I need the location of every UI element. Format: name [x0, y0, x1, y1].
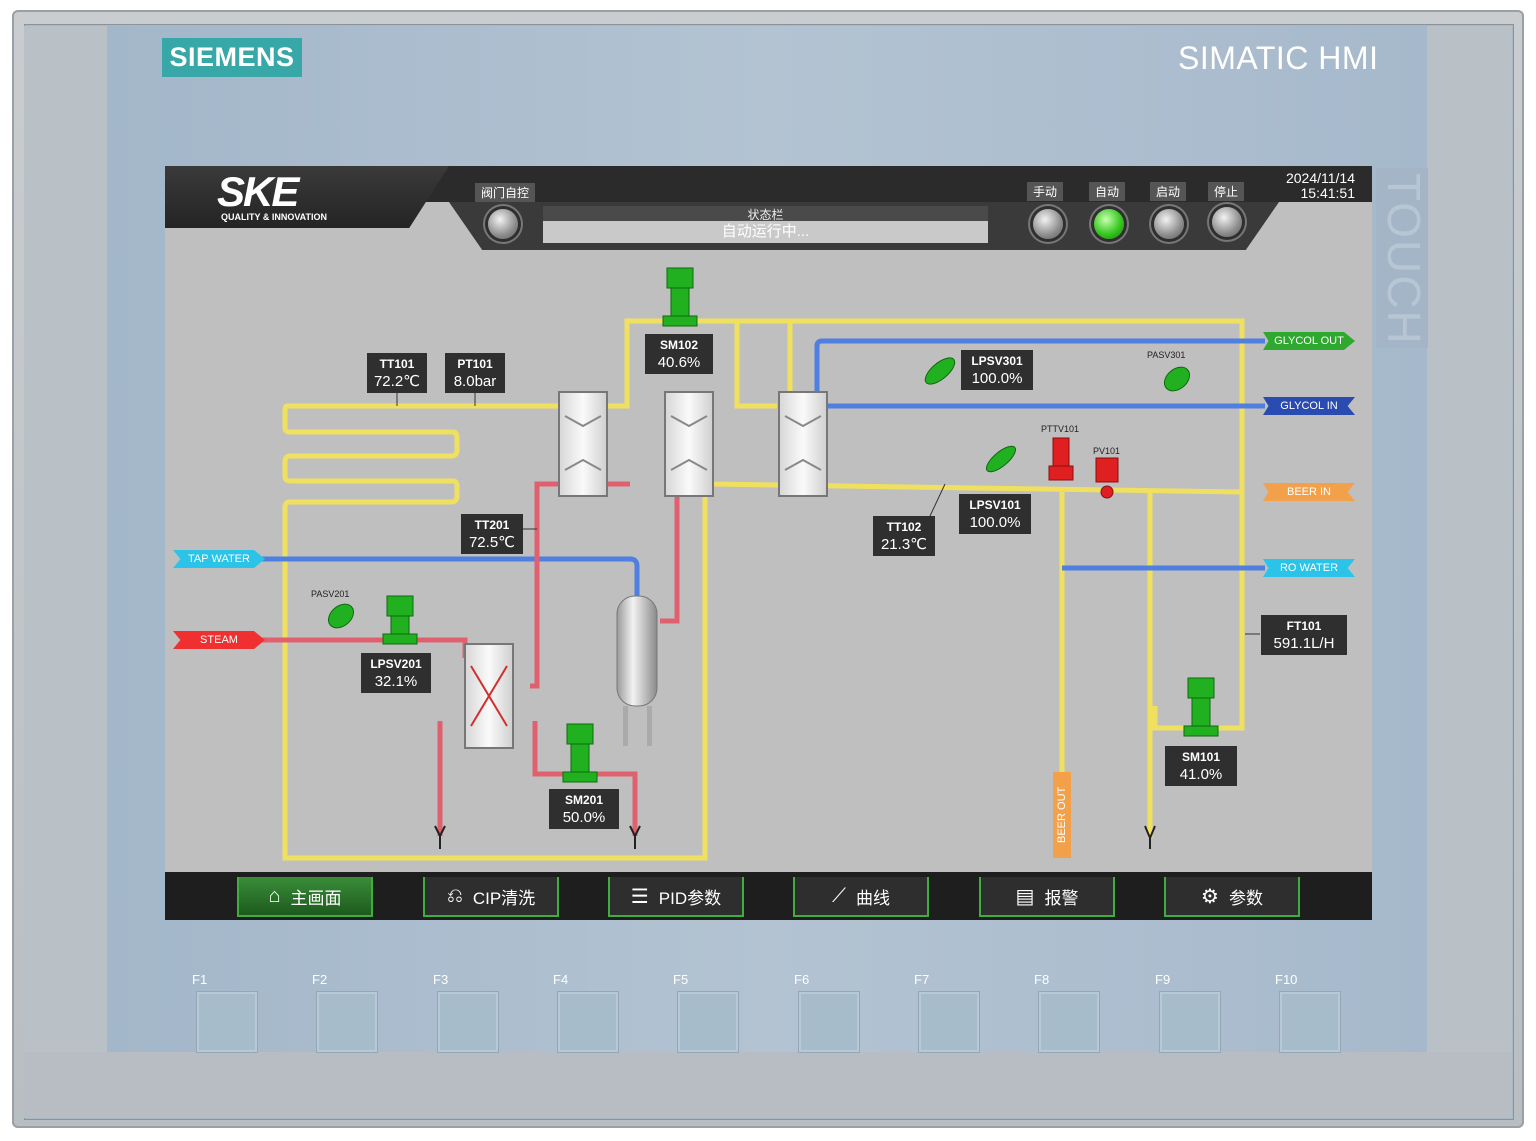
f3-label: F3	[433, 972, 449, 987]
nav-cip[interactable]: ⎌ CIP清洗	[423, 877, 559, 917]
yellow-pipes	[282, 318, 1265, 861]
cip-icon: ⎌	[446, 884, 463, 907]
f3-key[interactable]	[438, 992, 498, 1052]
pttv101-label: PTTV101	[1041, 424, 1080, 434]
lpsv301-tag[interactable]: LPSV301 100.0%	[961, 350, 1033, 390]
f1-label: F1	[192, 972, 208, 987]
nav-curve[interactable]: ⟋ 曲线	[793, 877, 929, 917]
glycol-out-flag: GLYCOL OUT	[1263, 332, 1355, 350]
f7-key[interactable]	[919, 992, 979, 1052]
steam-flag: STEAM	[173, 631, 265, 649]
f5-key[interactable]	[678, 992, 738, 1052]
sm102-tag[interactable]: SM102 40.6%	[645, 334, 713, 374]
f9-key[interactable]	[1160, 992, 1220, 1052]
f4-label: F4	[553, 972, 569, 987]
alarm-icon: ▤	[1015, 885, 1035, 908]
gear-icon: ⚙	[1201, 885, 1219, 908]
tt102-tag[interactable]: TT102 21.3℃	[873, 516, 935, 556]
ro-water-flag: RO WATER	[1263, 559, 1355, 577]
f4-key[interactable]	[558, 992, 618, 1052]
hmi-screen: SKE QUALITY & INNOVATION 阀门自控 状态栏 自动运行中.…	[165, 166, 1372, 920]
drain-arrows	[434, 825, 1156, 849]
chart-icon: ⟋	[832, 884, 846, 907]
f9-label: F9	[1155, 972, 1171, 987]
f7-label: F7	[914, 972, 930, 987]
bezel-bottom-strip	[24, 1052, 1512, 1118]
f6-key[interactable]	[799, 992, 859, 1052]
f10-label: F10	[1275, 972, 1298, 987]
f8-key[interactable]	[1039, 992, 1099, 1052]
siemens-logo: SIEMENS	[162, 38, 302, 77]
pasv201-label: PASV201	[311, 589, 350, 599]
nav-alarm[interactable]: ▤ 报警	[979, 877, 1115, 917]
f2-label: F2	[312, 972, 328, 987]
tap-water-flag: TAP WATER	[173, 550, 265, 568]
pasv301-label: PASV301	[1147, 350, 1186, 360]
lpsv101-tag[interactable]: LPSV101 100.0%	[959, 494, 1031, 534]
f2-key[interactable]	[317, 992, 377, 1052]
f5-label: F5	[673, 972, 689, 987]
model-label: SIMATIC HMI	[1178, 40, 1379, 76]
pv101-label: PV101	[1093, 446, 1121, 456]
sm101-tag[interactable]: SM101 41.0%	[1165, 746, 1237, 786]
pt101-tag[interactable]: PT101 8.0bar	[445, 353, 505, 393]
home-icon: ⌂	[268, 884, 281, 907]
lpsv201-tag[interactable]: LPSV201 32.1%	[361, 653, 431, 693]
tt101-tag[interactable]: TT101 72.2℃	[367, 353, 427, 393]
nav-params[interactable]: ⚙ 参数	[1164, 877, 1300, 917]
f8-label: F8	[1034, 972, 1050, 987]
holding-tank	[616, 595, 658, 746]
ft101-tag[interactable]: FT101 591.1L/H	[1261, 615, 1347, 655]
bottom-nav: ⌂ 主画面 ⎌ CIP清洗 ☰ PID参数 ⟋ 曲线 ▤ 报警 ⚙ 参数	[165, 872, 1372, 920]
glycol-in-flag: GLYCOL IN	[1263, 397, 1355, 415]
leader-lines	[396, 386, 1260, 635]
sliders-icon: ☰	[630, 885, 649, 908]
bezel-right-strip	[1427, 26, 1512, 1052]
beer-in-flag: BEER IN	[1263, 483, 1355, 501]
nav-pid[interactable]: ☰ PID参数	[608, 877, 744, 917]
tt201-tag[interactable]: TT201 72.5℃	[461, 514, 523, 554]
bezel-left-strip	[24, 26, 107, 1052]
nav-main[interactable]: ⌂ 主画面	[237, 877, 373, 917]
f1-key[interactable]	[197, 992, 257, 1052]
beer-out-flag: BEER OUT	[1053, 772, 1071, 858]
sm201-tag[interactable]: SM201 50.0%	[549, 789, 619, 829]
touch-label: TOUCH	[1376, 168, 1430, 348]
f6-label: F6	[794, 972, 810, 987]
green-valves	[327, 267, 1219, 783]
f10-key[interactable]	[1280, 992, 1340, 1052]
